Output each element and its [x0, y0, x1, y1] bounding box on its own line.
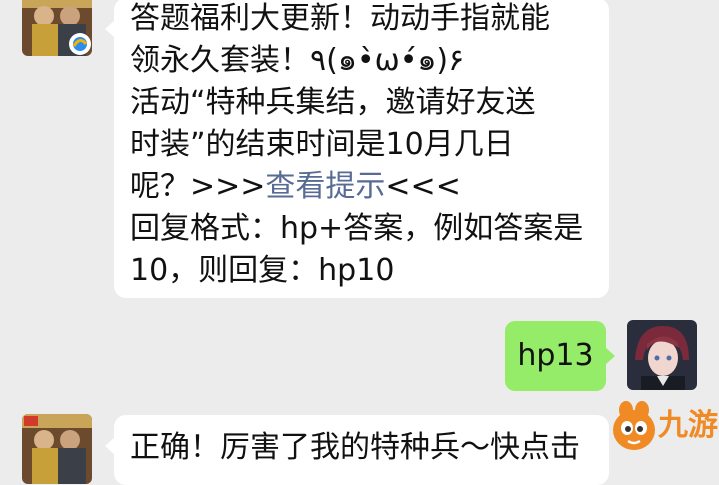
message-line: 回复格式：hp+答案，例如答案是	[130, 211, 584, 246]
game-avatar-image	[22, 0, 92, 56]
view-hint-link[interactable]: 查看提示	[265, 169, 385, 204]
message-line: 10，则回复：hp10	[130, 253, 395, 288]
message-text: <<<	[385, 169, 461, 204]
message-line: 领永久套装！٩(๑•̀ω•́๑)۶	[130, 43, 465, 78]
sender-avatar[interactable]	[22, 0, 92, 56]
message-line: 活动“特种兵集结，邀请好友送	[130, 85, 536, 120]
message-text: hp13	[517, 338, 594, 373]
message-text: 呢？>>>	[130, 169, 266, 204]
incoming-message-bubble: 答题福利大更新！动动手指就能 领永久套装！٩(๑•̀ω•́๑)۶ 活动“特种兵集…	[105, 0, 609, 298]
incoming-message-bubble: 正确！厉害了我的特种兵～快点击	[105, 415, 609, 485]
game-avatar-image	[22, 414, 92, 484]
message-line: 答题福利大更新！动动手指就能	[130, 1, 550, 36]
anime-avatar-image	[627, 320, 697, 390]
message-line: 时装”的结束时间是10月几日	[130, 127, 514, 162]
message-line: 呢？>>>查看提示<<<	[130, 166, 593, 208]
watermark-logo: 九游	[606, 398, 718, 458]
outgoing-message-bubble: hp13	[505, 321, 615, 391]
sender-avatar[interactable]	[22, 414, 92, 484]
message-line: 正确！厉害了我的特种兵～快点击	[130, 430, 580, 465]
watermark-text: 九游	[658, 408, 718, 443]
user-avatar[interactable]	[627, 320, 697, 390]
